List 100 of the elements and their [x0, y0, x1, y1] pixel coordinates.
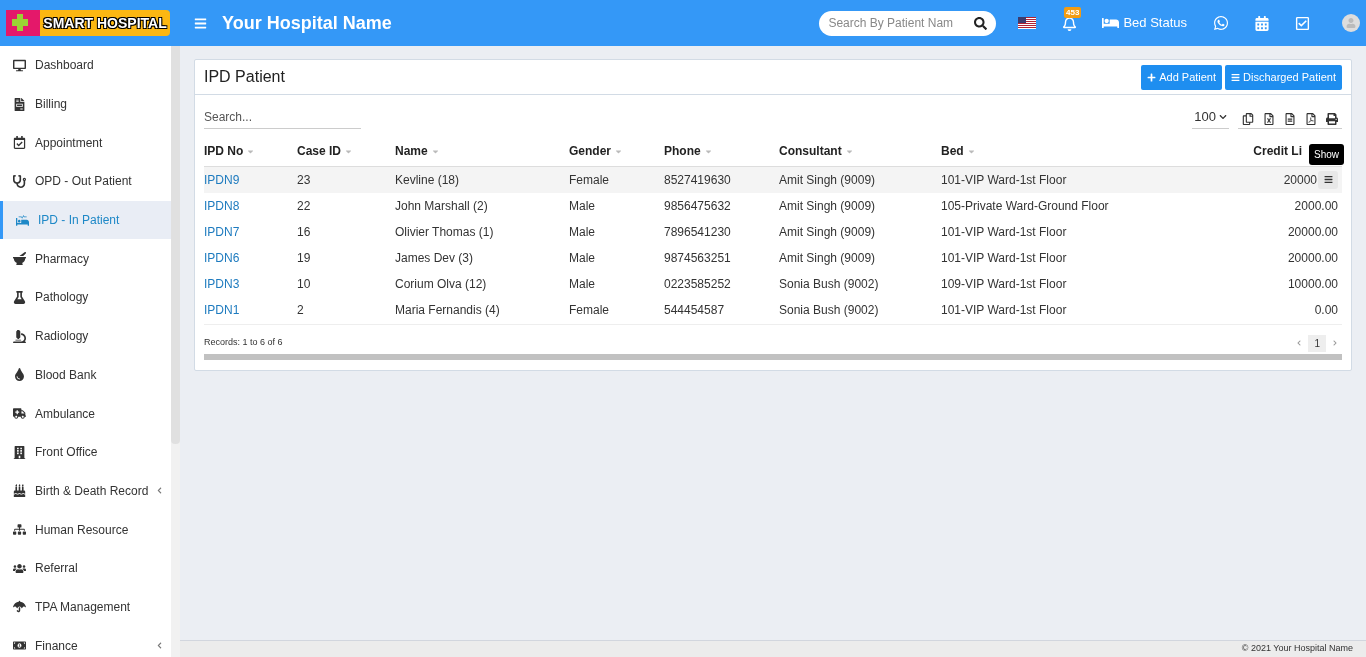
- column-header[interactable]: Case ID: [297, 142, 342, 160]
- table-cell[interactable]: IPDN1: [204, 300, 240, 319]
- menu-item-icon: [13, 484, 26, 498]
- user-avatar[interactable]: [1342, 14, 1360, 32]
- table-cell-text: Sonia Bush (9002): [779, 275, 879, 293]
- menu-icon[interactable]: [194, 16, 207, 30]
- sidebar-item[interactable]: OPD - Out Patient: [0, 162, 171, 201]
- sidebar-item[interactable]: Blood Bank: [0, 355, 171, 395]
- table-cell[interactable]: IPDN6: [204, 248, 240, 267]
- sidebar-item[interactable]: Ambulance: [0, 394, 171, 433]
- table-cell-text: 101-VIP Ward-1st Floor: [941, 223, 1067, 241]
- sidebar-item[interactable]: Appointment: [0, 123, 171, 163]
- menu-item-icon: [13, 445, 26, 459]
- sidebar-item[interactable]: Radiology: [0, 316, 171, 356]
- table-cell-text: 20000.00: [1287, 249, 1338, 267]
- column-header[interactable]: Name: [395, 142, 428, 160]
- table-cell-text: James Dev (3): [395, 249, 474, 267]
- table-row[interactable]: IPDN7 16 Olivier Thomas (1) Male 7896541230 Amit Singh (9009) 101-VIP Ward-1st Floor 20000.00: [204, 218, 1342, 245]
- table-cell-text: 0223585252: [664, 275, 731, 293]
- print-icon[interactable]: [1326, 112, 1338, 125]
- sidebar-item[interactable]: Referral: [0, 548, 171, 588]
- sidebar-item[interactable]: Finance: [0, 626, 171, 657]
- table-cell-text: 109-VIP Ward-1st Floor: [941, 275, 1067, 293]
- task-icon[interactable]: [1295, 15, 1310, 31]
- sidebar-item[interactable]: Birth & Death Record: [0, 471, 171, 511]
- pdf-icon[interactable]: [1305, 112, 1317, 125]
- table-search-field[interactable]: Search...: [204, 107, 361, 129]
- column-header[interactable]: IPD No: [204, 142, 244, 160]
- column-header[interactable]: Consultant: [779, 142, 842, 160]
- table-cell-text: 544454587: [664, 301, 725, 319]
- page-size-select[interactable]: 100: [1192, 107, 1229, 129]
- table-cell[interactable]: IPDN8: [204, 196, 240, 215]
- table-cell-text: 20000: [1283, 171, 1317, 189]
- table-row[interactable]: IPDN8 22 John Marshall (2) Male 9856475632 Amit Singh (9009) 105-Private Ward-Ground Floor 2000.00: [204, 192, 1342, 219]
- menu-icon: [1323, 175, 1333, 184]
- table-cell-text: 9874563251: [664, 249, 731, 267]
- sidebar-item[interactable]: Pharmacy: [0, 239, 171, 279]
- table-cell-text: 9856475632: [664, 197, 731, 215]
- sidebar-item[interactable]: Dashboard: [0, 46, 171, 85]
- column-header[interactable]: Phone: [664, 142, 701, 160]
- table-cell-text: 8527419630: [664, 171, 731, 189]
- table-cell-text: Olivier Thomas (1): [395, 223, 494, 241]
- column-header[interactable]: Bed: [941, 142, 964, 160]
- table-row[interactable]: IPDN1 2 Maria Fernandis (4) Female 544454587 Sonia Bush (9002) 101-VIP Ward-1st Floor 0.00: [204, 296, 1342, 323]
- user-icon: [1346, 18, 1356, 28]
- notification-badge: 453: [1064, 6, 1082, 18]
- table-cell-text: Corium Olva (12): [395, 275, 487, 293]
- hospital-name: Your Hospital Name: [222, 11, 392, 35]
- copyright-text: © 2021 Your Hospital Name: [1241, 642, 1353, 656]
- column-header[interactable]: Gender: [569, 142, 611, 160]
- table-cell-text: 101-VIP Ward-1st Floor: [941, 249, 1067, 267]
- column-header[interactable]: Credit Li: [1253, 142, 1302, 160]
- table-cell-text: Sonia Bush (9002): [779, 301, 879, 319]
- menu-item-icon: [13, 329, 26, 343]
- table-cell-text: 16: [297, 223, 311, 241]
- tooltip: Show: [1309, 143, 1344, 165]
- excel-icon[interactable]: [1263, 112, 1275, 125]
- table-cell-text: 2000.00: [1294, 197, 1338, 215]
- table-cell-text: 7896541230: [664, 223, 731, 241]
- table-cell-text: Male: [569, 197, 595, 215]
- table-cell-text: 22: [297, 197, 311, 215]
- patient-search-field[interactable]: Search By Patient Nam: [819, 10, 997, 36]
- show-button[interactable]: [1318, 170, 1338, 189]
- logo-text: SMART HOSPITAL: [40, 10, 170, 36]
- next-page-icon[interactable]: [1332, 340, 1338, 346]
- table-cell-text: 19: [297, 249, 311, 267]
- table-cell[interactable]: IPDN7: [204, 222, 240, 241]
- table-cell-text: John Marshall (2): [395, 197, 488, 215]
- scrollbar-thumb[interactable]: [171, 46, 180, 444]
- table-cell-text: 0.00: [1314, 301, 1338, 319]
- calendar-icon[interactable]: [1255, 15, 1269, 31]
- table-row[interactable]: IPDN3 10 Corium Olva (12) Male 0223585252 Sonia Bush (9002) 109-VIP Ward-1st Floor 10000.00: [204, 270, 1342, 297]
- table-cell[interactable]: IPDN9: [204, 170, 240, 189]
- csv-icon[interactable]: [1284, 112, 1296, 125]
- table-cell-text: Amit Singh (9009): [779, 223, 876, 241]
- sidebar-item[interactable]: Pathology: [0, 278, 171, 317]
- table-cell-text: Male: [569, 275, 595, 293]
- table-cell[interactable]: IPDN3: [204, 274, 240, 293]
- horizontal-scrollbar[interactable]: [204, 353, 1342, 360]
- table-cell-text: Amit Singh (9009): [779, 171, 876, 189]
- table-cell-text: Male: [569, 249, 595, 267]
- previous-page-icon[interactable]: [1296, 340, 1303, 346]
- copy-icon[interactable]: [1242, 112, 1254, 125]
- table-cell-text: 101-VIP Ward-1st Floor: [941, 301, 1067, 319]
- sidebar-item[interactable]: Billing: [0, 84, 171, 124]
- sidebar-item[interactable]: Front Office: [0, 432, 171, 472]
- table-cell-text: 10: [297, 275, 311, 293]
- search-icon[interactable]: [974, 16, 988, 30]
- flag-icon[interactable]: [1018, 17, 1037, 29]
- table-cell-text: 2: [297, 301, 304, 319]
- cross-logo-icon: [6, 10, 40, 36]
- menu-item-icon: [13, 252, 26, 266]
- table-cell-text: Maria Fernandis (4): [395, 301, 500, 319]
- page-button[interactable]: 1: [1308, 334, 1326, 352]
- table-row[interactable]: IPDN6 19 James Dev (3) Male 9874563251 Amit Singh (9009) 101-VIP Ward-1st Floor 20000.00: [204, 244, 1342, 271]
- menu-item-icon: [13, 290, 26, 304]
- table-cell-text: Female: [569, 301, 609, 319]
- sidebar-item[interactable]: TPA Management: [0, 587, 171, 627]
- sidebar-item[interactable]: Human Resource: [0, 510, 171, 549]
- whatsapp-icon[interactable]: [1213, 15, 1229, 31]
